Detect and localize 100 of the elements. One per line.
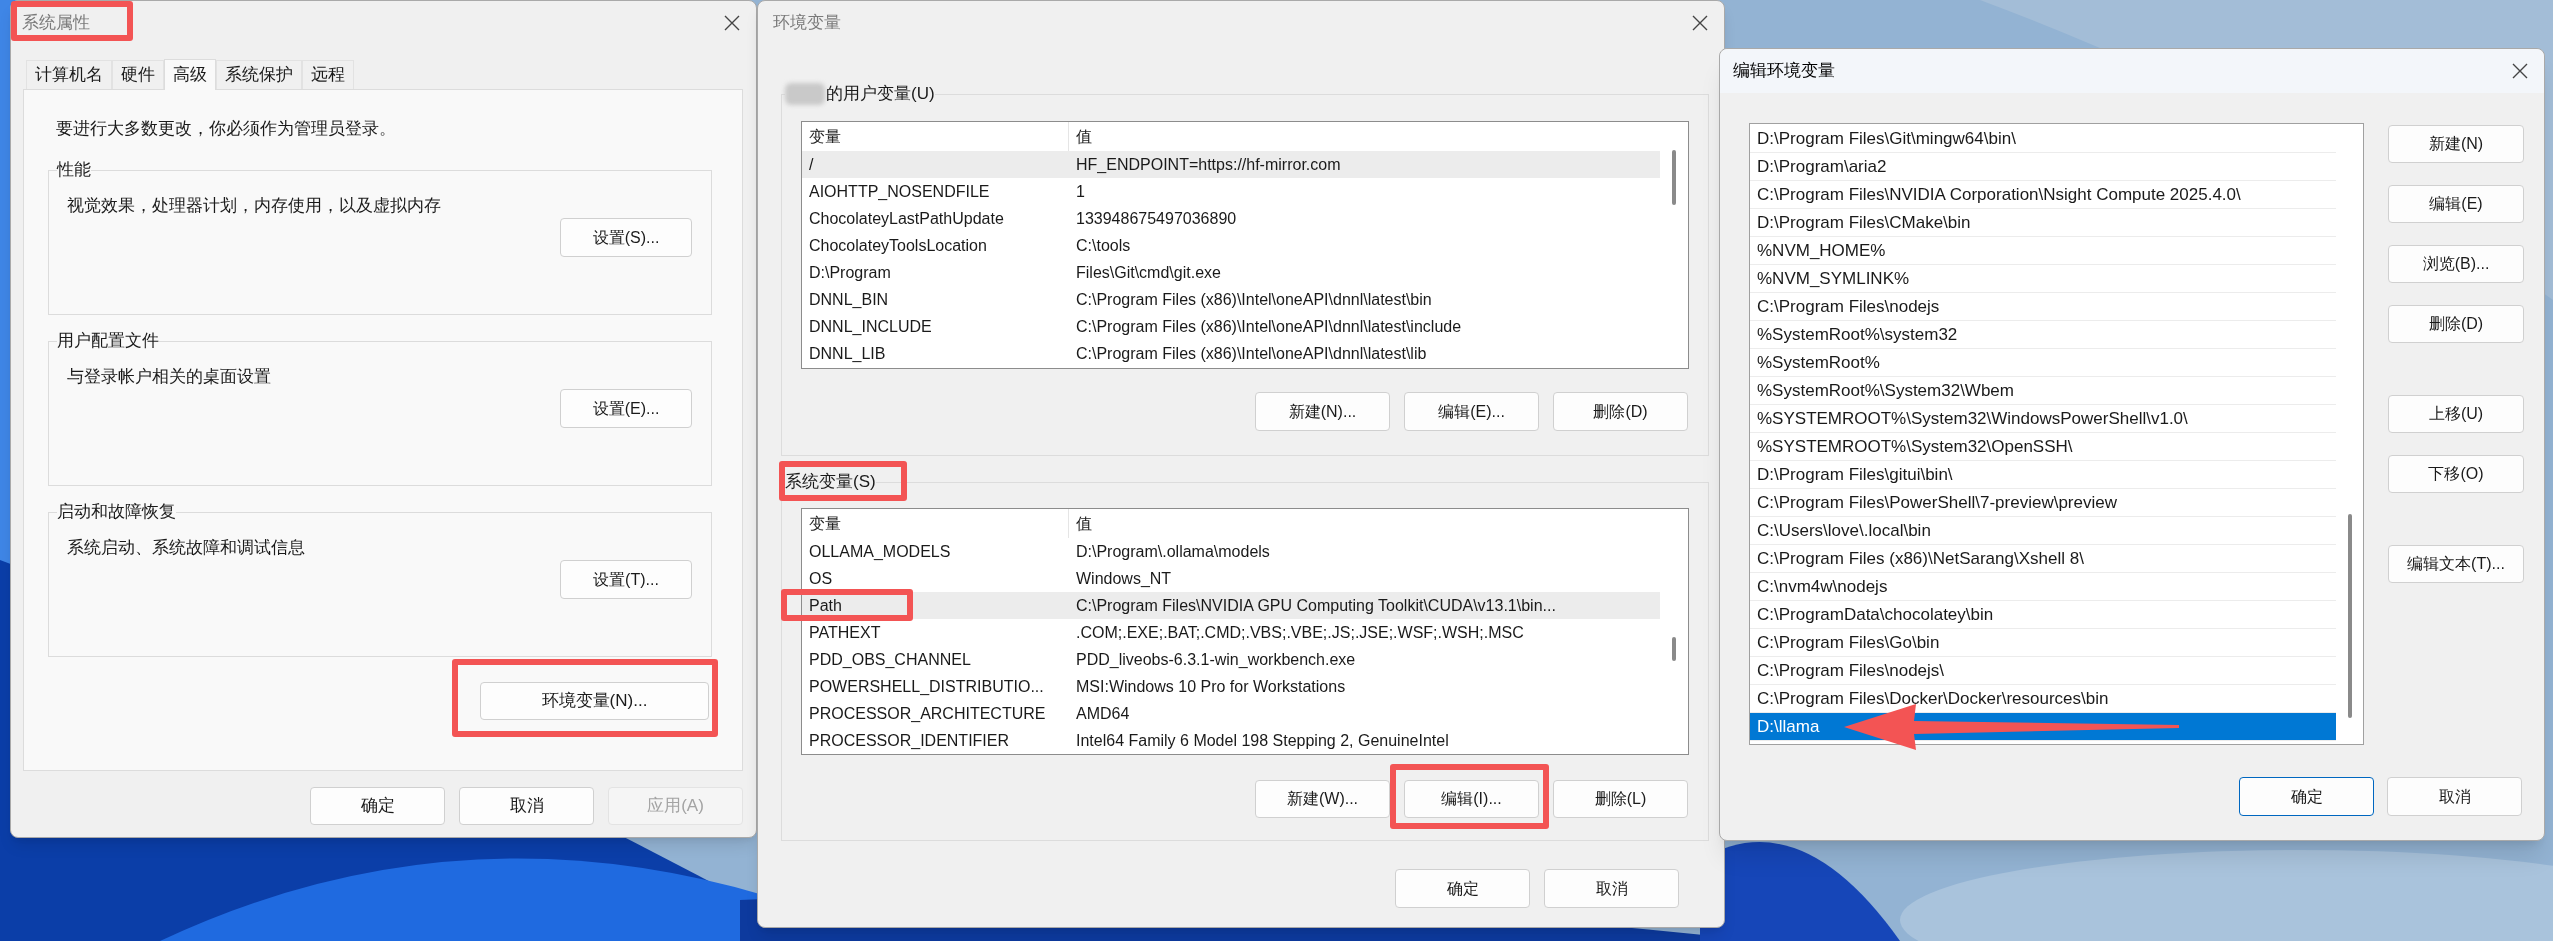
list-item[interactable]: D:\Program Files\CMake\bin bbox=[1750, 209, 2336, 237]
group-description: 视觉效果，处理器计划，内存使用，以及虚拟内存 bbox=[67, 195, 442, 217]
table-cell-text: PROCESSOR_ARCHITECTURE bbox=[808, 703, 1047, 724]
close-icon[interactable] bbox=[1692, 15, 1708, 31]
list-item[interactable]: %NVM_HOME% bbox=[1750, 237, 2336, 265]
table-row[interactable]: PATHEXT .COM;.EXE;.BAT;.CMD;.VBS;.VBE;.JS;.JSE;.WSF;.WSH;.MSC bbox=[802, 619, 1660, 646]
window-title: 环境变量 bbox=[773, 13, 841, 33]
group-description: 与登录帐户相关的桌面设置 bbox=[67, 366, 272, 388]
table-cell-text: OLLAMA_MODELS bbox=[808, 541, 952, 562]
table-cell-text: Windows_NT bbox=[1075, 568, 1173, 589]
table-cell-text: PDD_OBS_CHANNEL bbox=[808, 649, 972, 670]
dialog-button[interactable]: 编辑(I)... bbox=[1404, 780, 1539, 818]
environment-variables-button[interactable]: 环境变量(N)... bbox=[480, 682, 709, 720]
dialog-button[interactable]: 删除(D) bbox=[2388, 305, 2524, 343]
list-item[interactable]: %SystemRoot% bbox=[1750, 349, 2336, 377]
settings-button[interactable]: 设置(T)... bbox=[560, 560, 692, 599]
column-header[interactable]: 变量 bbox=[802, 509, 1069, 538]
table-row[interactable]: PROCESSOR_ARCHITECTURE AMD64 bbox=[802, 700, 1660, 727]
list-item[interactable]: %NVM_SYMLINK% bbox=[1750, 265, 2336, 293]
dialog-button[interactable]: 取消 bbox=[2387, 777, 2522, 816]
dialog-button[interactable]: 删除(L) bbox=[1553, 780, 1688, 818]
dialog-button[interactable]: 确定 bbox=[2239, 777, 2374, 816]
dialog-button[interactable]: 编辑文本(T)... bbox=[2388, 545, 2524, 583]
column-header[interactable]: 值 bbox=[1069, 122, 1660, 151]
list-item[interactable]: C:\Program Files\NVIDIA Corporation\Nsight Compute 2025.4.0\ bbox=[1750, 181, 2336, 209]
notice-text: 要进行大多数更改，你必须作为管理员登录。 bbox=[56, 118, 397, 140]
list-item[interactable]: C:\Program Files\nodejs\ bbox=[1750, 657, 2336, 685]
scrollbar-thumb[interactable] bbox=[1672, 637, 1676, 661]
tab[interactable]: 计算机名 bbox=[26, 60, 112, 89]
table-cell-text: C:\Program Files (x86)\Intel\oneAPI\dnnl\latest\include bbox=[1075, 316, 1463, 337]
list-item[interactable]: D:\Program Files\gitui\bin\ bbox=[1750, 461, 2336, 489]
table-cell-text: Path bbox=[808, 595, 843, 616]
column-header[interactable]: 值 bbox=[1069, 509, 1660, 538]
close-icon[interactable] bbox=[2512, 63, 2528, 79]
window-title: 系统属性 bbox=[22, 13, 90, 33]
tab[interactable]: 硬件 bbox=[112, 60, 164, 89]
list-item[interactable]: C:\nvm4w\nodejs bbox=[1750, 573, 2336, 601]
table-cell-text: ChocolateyToolsLocation bbox=[808, 235, 988, 256]
dialog-button[interactable]: 删除(D) bbox=[1553, 392, 1688, 431]
list-item[interactable]: C:\Program Files (x86)\NetSarang\Xshell 8\ bbox=[1750, 545, 2336, 573]
dialog-button[interactable]: 新建(N) bbox=[2388, 125, 2524, 163]
list-item[interactable]: %SystemRoot%\System32\Wbem bbox=[1750, 377, 2336, 405]
table-cell-text: Files\Git\cmd\git.exe bbox=[1075, 262, 1222, 283]
tab[interactable]: 高级 bbox=[164, 59, 216, 90]
table-row[interactable]: PDD_OBS_CHANNEL PDD_liveobs-6.3.1-win_workbench.exe bbox=[802, 646, 1660, 673]
settings-button[interactable]: 设置(E)... bbox=[560, 389, 692, 428]
table-row[interactable]: ChocolateyToolsLocation C:\tools bbox=[802, 232, 1660, 259]
dialog-button[interactable]: 确定 bbox=[1395, 869, 1530, 908]
table-row[interactable]: DNNL_BIN C:\Program Files (x86)\Intel\oneAPI\dnnl\latest\bin bbox=[802, 286, 1660, 313]
dialog-button[interactable]: 浏览(B)... bbox=[2388, 245, 2524, 283]
list-item[interactable]: D:\Program Files\Git\mingw64\bin\ bbox=[1750, 125, 2336, 153]
list-item[interactable]: C:\Users\love\.local\bin bbox=[1750, 517, 2336, 545]
table-cell-text: C:\tools bbox=[1075, 235, 1132, 256]
list-item[interactable]: %SYSTEMROOT%\System32\WindowsPowerShell\v1.0\ bbox=[1750, 405, 2336, 433]
table-row[interactable]: DNNL_INCLUDE C:\Program Files (x86)\Intel\oneAPI\dnnl\latest\include bbox=[802, 313, 1660, 340]
list-item[interactable]: C:\ProgramData\chocolatey\bin bbox=[1750, 601, 2336, 629]
dialog-button[interactable]: 新建(N)... bbox=[1255, 392, 1390, 431]
table-row[interactable]: POWERSHELL_DISTRIBUTIO... MSI:Windows 10 Pro for Workstations bbox=[802, 673, 1660, 700]
table-cell-text: AMD64 bbox=[1075, 703, 1131, 724]
list-item[interactable]: C:\Program Files\PowerShell\7-preview\preview bbox=[1750, 489, 2336, 517]
dialog-button[interactable]: 上移(U) bbox=[2388, 395, 2524, 433]
list-item[interactable]: C:\Program Files\Go\bin bbox=[1750, 629, 2336, 657]
close-icon[interactable] bbox=[724, 15, 740, 31]
table-row[interactable]: OLLAMA_MODELS D:\Program\.ollama\models bbox=[802, 538, 1660, 565]
dialog-button[interactable]: 编辑(E)... bbox=[1404, 392, 1539, 431]
list-item[interactable]: %SystemRoot%\system32 bbox=[1750, 321, 2336, 349]
scrollbar-thumb[interactable] bbox=[1672, 150, 1676, 205]
table-cell-text: C:\Program Files (x86)\Intel\oneAPI\dnnl\latest\lib bbox=[1075, 343, 1428, 364]
dialog-button[interactable]: 下移(O) bbox=[2388, 455, 2524, 493]
table-row[interactable]: / HF_ENDPOINT=https://hf-mirror.com bbox=[802, 151, 1660, 178]
dialog-button[interactable]: 编辑(E) bbox=[2388, 185, 2524, 223]
table-row[interactable]: OS Windows_NT bbox=[802, 565, 1660, 592]
list-item[interactable]: C:\Program Files\nodejs bbox=[1750, 293, 2336, 321]
table-row[interactable]: PROCESSOR_IDENTIFIER Intel64 Family 6 Model 198 Stepping 2, GenuineIntel bbox=[802, 727, 1660, 754]
table-cell-text: PATHEXT bbox=[808, 622, 882, 643]
tab[interactable]: 系统保护 bbox=[216, 60, 302, 89]
dialog-button[interactable]: 新建(W)... bbox=[1255, 780, 1390, 818]
table-row[interactable]: Path C:\Program Files\NVIDIA GPU Computing Toolkit\CUDA\v13.1\bin... bbox=[802, 592, 1660, 619]
table-cell-text: 1 bbox=[1075, 181, 1086, 202]
table-row[interactable]: AIOHTTP_NOSENDFILE 1 bbox=[802, 178, 1660, 205]
settings-button[interactable]: 设置(S)... bbox=[560, 218, 692, 257]
table-row[interactable]: ChocolateyLastPathUpdate 133948675497036890 bbox=[802, 205, 1660, 232]
list-item[interactable]: D:\Program\aria2 bbox=[1750, 153, 2336, 181]
dialog-button[interactable]: 取消 bbox=[459, 787, 594, 825]
table-row[interactable]: D:\Program Files\Git\cmd\git.exe bbox=[802, 259, 1660, 286]
table-cell-text: POWERSHELL_DISTRIBUTIO... bbox=[808, 676, 1045, 697]
table-cell-text: Intel64 Family 6 Model 198 Stepping 2, GenuineIntel bbox=[1075, 730, 1450, 751]
table-cell-text: DNNL_LIB bbox=[808, 343, 887, 364]
scrollbar-thumb[interactable] bbox=[2348, 514, 2352, 718]
table-cell-text: DNNL_INCLUDE bbox=[808, 316, 933, 337]
table-row[interactable]: DNNL_LIB C:\Program Files (x86)\Intel\oneAPI\dnnl\latest\lib bbox=[802, 340, 1660, 367]
table-cell-text: ChocolateyLastPathUpdate bbox=[808, 208, 1005, 229]
group-heading: 启动和故障恢复 bbox=[57, 501, 176, 523]
list-item[interactable]: %SYSTEMROOT%\System32\OpenSSH\ bbox=[1750, 433, 2336, 461]
table-cell-text: D:\Program bbox=[808, 262, 892, 283]
dialog-button[interactable]: 确定 bbox=[310, 787, 445, 825]
group-heading: 用户配置文件 bbox=[57, 330, 159, 352]
tab[interactable]: 远程 bbox=[302, 60, 354, 89]
dialog-button[interactable]: 取消 bbox=[1544, 869, 1679, 908]
group-heading: 性能 bbox=[57, 159, 91, 181]
